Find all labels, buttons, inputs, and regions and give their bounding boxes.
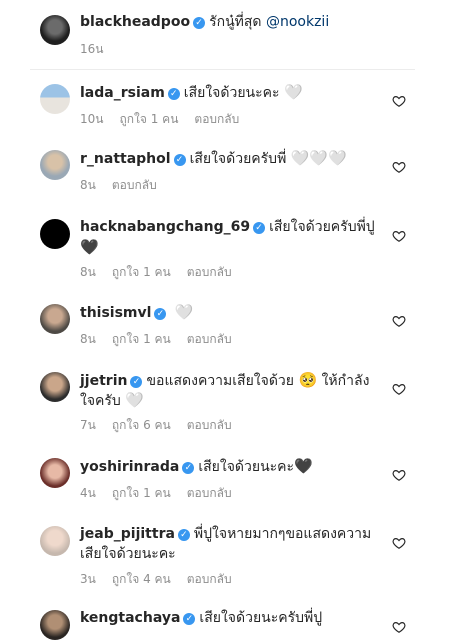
comment-text: เสียใจด้วยครับพี่ปู (269, 219, 375, 235)
comment-time: 7น (80, 418, 96, 432)
caption-time: 16น (80, 42, 104, 56)
comment-text: เสียใจด้วยนะคะ (198, 459, 295, 475)
heart-outline-icon[interactable] (392, 229, 406, 243)
white-heart-emoji: 🤍 (174, 303, 194, 321)
comment-username[interactable]: hacknabangchang_69 (80, 219, 250, 235)
caption-avatar[interactable] (40, 15, 70, 45)
reply-button[interactable]: ตอบกลับ (194, 112, 239, 126)
verified-badge-icon: ✓ (167, 88, 180, 100)
comment-avatar[interactable] (40, 526, 70, 556)
comment-avatar[interactable] (40, 304, 70, 334)
comment-avatar[interactable] (40, 458, 70, 488)
caption-row: blackheadpoo ✓ รักนู๋ที่สุด @nookzii 16น (0, 0, 452, 70)
comment-username[interactable]: thisismvl (80, 305, 151, 321)
comment-avatar[interactable] (40, 84, 70, 114)
comment-avatar[interactable] (40, 219, 70, 249)
comment-username[interactable]: r_nattaphol (80, 151, 171, 167)
comment-username[interactable]: lada_rsiam (80, 85, 165, 101)
reply-button[interactable]: ตอบกลับ (187, 418, 232, 432)
pleading-face-emoji: 🥺 (298, 371, 318, 389)
heart-outline-icon[interactable] (392, 620, 406, 634)
comment-avatar[interactable] (40, 372, 70, 402)
comment-likes[interactable]: ถูกใจ 1 คน (112, 486, 171, 500)
comment-text: เสียใจด้วยนะครับพี่ปู (199, 610, 323, 626)
reply-button[interactable]: ตอบกลับ (112, 178, 157, 192)
black-heart-emoji: 🖤 (294, 457, 313, 475)
heart-outline-icon[interactable] (392, 382, 406, 396)
reply-button[interactable]: ตอบกลับ (187, 265, 232, 279)
caption-username[interactable]: blackheadpoo (80, 14, 190, 30)
reply-button[interactable]: ตอบกลับ (187, 486, 232, 500)
comment-likes[interactable]: ถูกใจ 6 คน (112, 418, 171, 432)
verified-badge-icon: ✓ (182, 462, 195, 474)
white-hearts-emoji: 🤍🤍🤍 (290, 149, 347, 167)
white-heart-emoji: 🤍 (125, 391, 144, 409)
comment-username[interactable]: jeab_pijittra (80, 526, 175, 542)
comment-likes[interactable]: ถูกใจ 1 คน (112, 265, 171, 279)
comment-time: 8น (80, 332, 96, 346)
comment-text: ขอแสดงความเสียใจด้วย (146, 373, 294, 389)
white-heart-emoji: 🤍 (283, 83, 303, 101)
caption-mention[interactable]: @nookzii (266, 14, 329, 30)
verified-badge-icon: ✓ (183, 613, 196, 625)
comment-text-continued: ให้กำลัง (321, 373, 370, 389)
comment-likes[interactable]: ถูกใจ 4 คน (112, 572, 171, 586)
heart-outline-icon[interactable] (392, 536, 406, 550)
comment-time: 4น (80, 486, 96, 500)
caption-text: รักนู๋ที่สุด (209, 14, 262, 30)
black-heart-emoji: 🖤 (80, 238, 99, 256)
comment-username[interactable]: yoshirinrada (80, 459, 179, 475)
verified-badge-icon: ✓ (177, 529, 190, 541)
verified-badge-icon: ✓ (154, 308, 167, 320)
verified-badge-icon: ✓ (173, 154, 186, 166)
comment-likes[interactable]: ถูกใจ 1 คน (119, 112, 178, 126)
comment-avatar[interactable] (40, 610, 70, 640)
comment-time: 8น (80, 265, 96, 279)
comment-time: 8น (80, 178, 96, 192)
reply-button[interactable]: ตอบกลับ (187, 332, 232, 346)
heart-outline-icon[interactable] (392, 94, 406, 108)
comment-time: 10น (80, 112, 104, 126)
heart-outline-icon[interactable] (392, 160, 406, 174)
comment-text: พี่ปูใจหายมากๆขอแสดงความ (193, 526, 372, 542)
heart-outline-icon[interactable] (392, 468, 406, 482)
comment-username[interactable]: jjetrin (80, 373, 127, 389)
heart-outline-icon[interactable] (392, 314, 406, 328)
verified-badge-icon: ✓ (253, 222, 266, 234)
comment-text-line2: ใจครับ (80, 393, 121, 409)
comment-text: เสียใจด้วยครับพี่ (189, 151, 287, 167)
verified-badge-icon: ✓ (193, 17, 206, 29)
comment-time: 3น (80, 572, 96, 586)
comment-text: เสียใจด้วยนะคะ (183, 85, 280, 101)
reply-button[interactable]: ตอบกลับ (187, 572, 232, 586)
comment-likes[interactable]: ถูกใจ 1 คน (112, 332, 171, 346)
divider (30, 69, 415, 70)
comment-username[interactable]: kengtachaya (80, 610, 180, 626)
verified-badge-icon: ✓ (130, 376, 143, 388)
comment-text-line2: เสียใจด้วยนะคะ (80, 546, 176, 562)
comment-avatar[interactable] (40, 150, 70, 180)
